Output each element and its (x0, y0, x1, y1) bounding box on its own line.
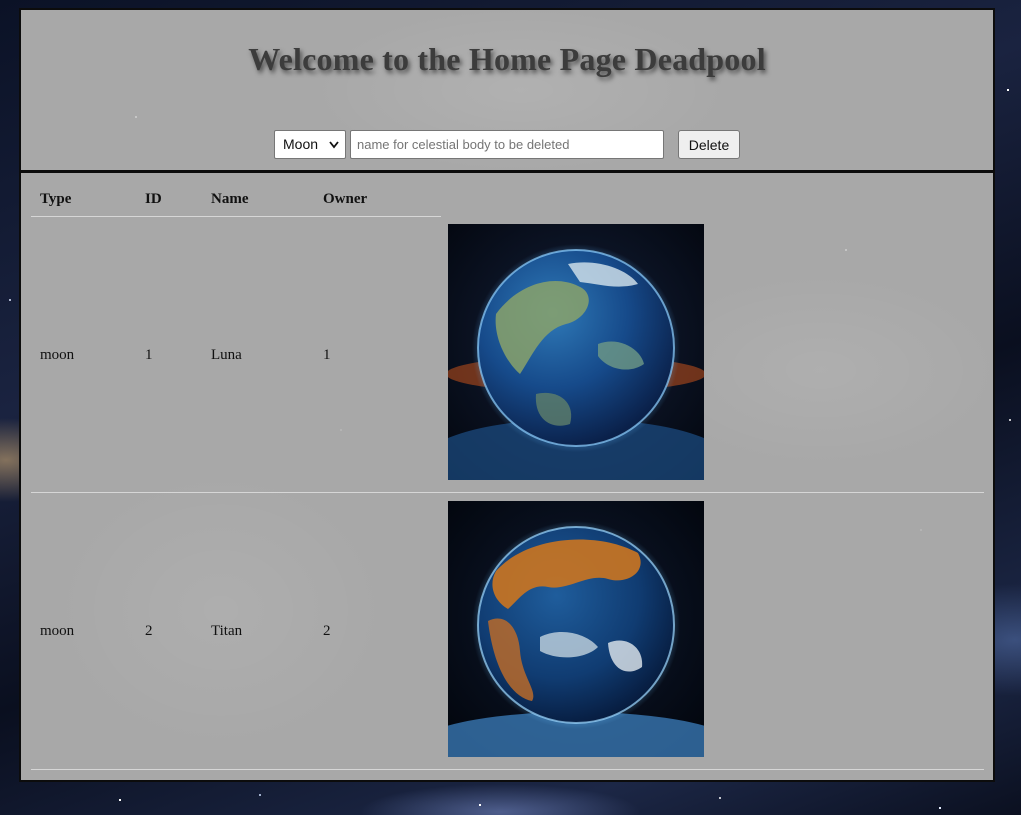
cell-id: 2 (145, 623, 153, 639)
celestial-type-select[interactable]: Moon (274, 130, 346, 159)
page-header: Welcome to the Home Page Deadpool Moon D… (21, 10, 993, 173)
earth-like-planet-image (448, 224, 704, 480)
column-header-name: Name (211, 191, 249, 207)
celestial-body-name-input[interactable] (350, 130, 664, 159)
row-divider (31, 492, 984, 493)
orange-blue-planet-image (448, 501, 704, 757)
page-title: Welcome to the Home Page Deadpool (248, 41, 766, 77)
cell-id: 1 (145, 347, 153, 363)
delete-button[interactable]: Delete (678, 130, 740, 159)
table-header-divider (31, 216, 441, 217)
cell-type: moon (40, 347, 75, 363)
cell-owner: 2 (323, 623, 331, 639)
column-header-id: ID (145, 191, 162, 207)
row-divider (31, 769, 984, 770)
cell-name: Luna (211, 347, 242, 363)
main-panel: Welcome to the Home Page Deadpool Moon D… (19, 8, 995, 782)
cell-name: Titan (211, 623, 243, 639)
column-header-owner: Owner (323, 191, 368, 207)
chevron-down-icon (329, 131, 339, 169)
cell-type: moon (40, 623, 75, 639)
celestial-type-selected-value: Moon (283, 136, 319, 152)
column-header-type: Type (40, 191, 72, 207)
cell-owner: 1 (323, 347, 331, 363)
